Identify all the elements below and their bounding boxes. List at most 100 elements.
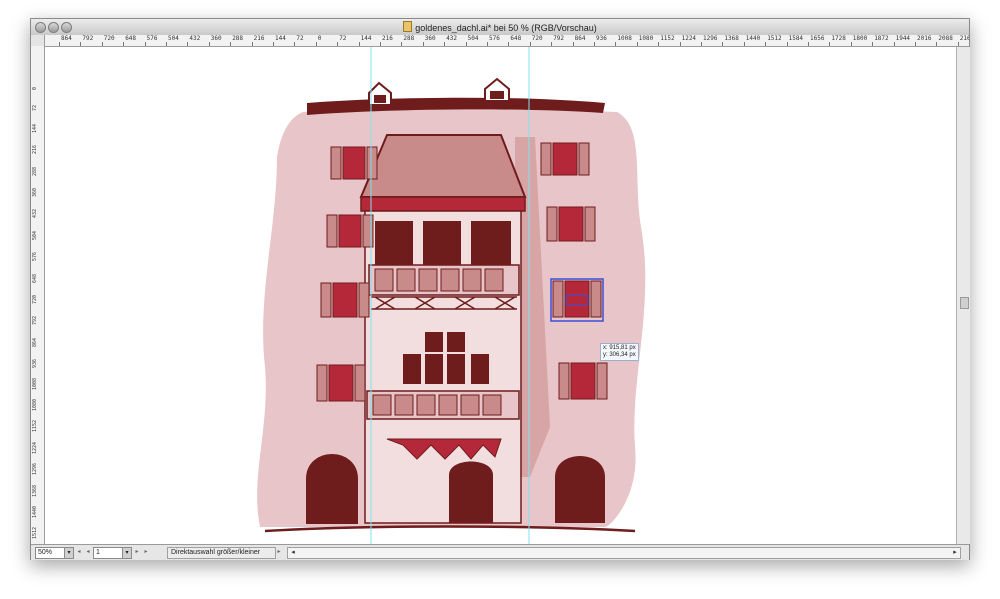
- page-number-field[interactable]: 1: [93, 547, 123, 559]
- ruler-tick-label: 1008: [617, 35, 632, 42]
- ruler-tick-label: 1224: [681, 35, 697, 42]
- ruler-tick-mark: [872, 42, 874, 46]
- zoom-field[interactable]: 50%: [35, 547, 65, 559]
- ruler-tick-label: 1440: [32, 505, 38, 518]
- ruler-tick-label: 720: [103, 35, 115, 42]
- illustration-golden-roof[interactable]: [45, 47, 956, 544]
- ruler-tick-label: 792: [32, 316, 38, 326]
- ruler-tick-label: 360: [32, 187, 38, 197]
- ruler-tick-label: 936: [32, 359, 38, 369]
- next-page-icon[interactable]: ▸: [133, 547, 141, 557]
- ruler-tick-label: 72: [296, 35, 304, 42]
- ruler-tick-label: 288: [403, 35, 415, 42]
- horizontal-scrollbar[interactable]: ◂ ▸: [287, 547, 961, 559]
- scroll-right-icon[interactable]: ▸: [950, 548, 960, 558]
- ruler-tick-label: 504: [32, 230, 38, 240]
- title-bar[interactable]: goldenes_dachl.ai* bei 50 % (RGB/Vorscha…: [31, 19, 969, 36]
- ruler-tick-label: 144: [32, 123, 38, 133]
- ruler-tick-mark: [144, 42, 146, 46]
- ruler-tick-mark: [380, 42, 381, 46]
- ruler-tick-mark: [422, 42, 424, 46]
- ruler-tick-label: 2016: [917, 35, 932, 42]
- ruler-tick-mark: [358, 42, 360, 46]
- ruler-tick-label: 1656: [810, 35, 825, 42]
- ruler-tick-label: 1296: [703, 35, 718, 42]
- ruler-tick-label: 576: [32, 252, 38, 262]
- ruler-tick-mark: [508, 42, 510, 46]
- status-bar: 50% ▾ ◂ ◂ 1 ▾ ▸ ▸ Direktauswahl größer/k…: [31, 544, 969, 560]
- vertical-ruler[interactable]: 0 72 144 216 288 360 432 504 576 648 720 792 864 936 1…: [31, 46, 45, 544]
- ruler-tick-label: 1080: [32, 398, 38, 411]
- ruler-tick-mark: [743, 42, 745, 46]
- ruler-tick-label: 504: [467, 35, 479, 42]
- ruler-tick-mark: [123, 42, 125, 46]
- ruler-tick-mark: [273, 42, 274, 46]
- ruler-tick-mark: [444, 42, 446, 46]
- zoom-dropdown-icon[interactable]: ▾: [64, 547, 74, 559]
- ruler-tick-mark: [208, 42, 210, 46]
- illustrator-window: goldenes_dachl.ai* bei 50 % (RGB/Vorscha…: [30, 18, 970, 560]
- ruler-tick-label: 1512: [767, 35, 782, 42]
- ruler-tick-label: 288: [232, 35, 244, 42]
- ruler-tick-mark: [551, 42, 553, 46]
- ruler-tick-mark: [294, 42, 296, 46]
- ruler-tick-label: 1368: [32, 484, 38, 497]
- ground-line: [264, 525, 636, 533]
- ruler-tick-label: 2088: [938, 35, 953, 42]
- ruler-tick-label: 1152: [660, 35, 675, 42]
- right-archway: [555, 456, 605, 523]
- ruler-tick-label: 432: [189, 35, 201, 42]
- ruler-tick-label: 792: [82, 35, 94, 42]
- ruler-tick-mark: [315, 42, 317, 46]
- ruler-tick-label: 432: [32, 209, 38, 219]
- artboard-canvas[interactable]: x: 915,81 px y: 306,34 px: [45, 47, 956, 544]
- ruler-tick-label: 360: [210, 35, 222, 42]
- dormer-right: [484, 77, 510, 102]
- coordinate-readout: x: 915,81 px y: 306,34 px: [600, 343, 639, 361]
- previous-page-icon[interactable]: ◂: [84, 547, 92, 557]
- ruler-tick-mark: [679, 42, 681, 46]
- ruler-tick-label: 1512: [32, 527, 38, 540]
- ruler-tick-mark: [101, 42, 103, 46]
- vertical-scroll-thumb[interactable]: [960, 297, 969, 309]
- ruler-tick-mark: [187, 42, 189, 46]
- first-page-icon[interactable]: ◂: [75, 547, 83, 557]
- ruler-tick-mark: [957, 42, 959, 46]
- ruler-tick-label: 144: [275, 35, 286, 42]
- ruler-tick-label: 576: [146, 35, 158, 42]
- ruler-tick-label: 144: [360, 35, 372, 42]
- ruler-tick-label: 1368: [724, 35, 739, 42]
- ruler-tick-label: 216: [253, 35, 265, 42]
- ruler-tick-label: 648: [510, 35, 522, 42]
- ruler-tick-mark: [401, 42, 403, 46]
- ruler-tick-label: 72: [339, 35, 347, 42]
- last-page-icon[interactable]: ▸: [142, 547, 150, 557]
- horizontal-ruler[interactable]: 864 792 720 648 576 504 432 360 288 216 144 72 0 72 14…: [45, 35, 969, 47]
- ruler-tick-mark: [936, 42, 938, 46]
- ruler-tick-label: 720: [531, 35, 543, 42]
- ruler-tick-label: 792: [553, 35, 565, 42]
- ruler-tick-label: 936: [596, 35, 607, 42]
- ruler-tick-label: 864: [61, 35, 72, 42]
- golden-roof: [359, 134, 527, 198]
- ruler-tick-label: 2160: [959, 35, 969, 42]
- ruler-tick-label: 504: [168, 35, 179, 42]
- ruler-tick-label: 1800: [852, 35, 868, 42]
- ruler-tick-label: 1728: [831, 35, 846, 42]
- ruler-tick-mark: [658, 42, 660, 46]
- ruler-tick-label: 288: [32, 166, 38, 176]
- ruler-tick-label: 1224: [32, 441, 38, 454]
- ruler-tick-label: 864: [32, 337, 38, 347]
- scroll-left-icon[interactable]: ◂: [288, 548, 298, 558]
- ruler-tick-mark: [80, 42, 82, 46]
- status-menu-icon[interactable]: ▸: [275, 547, 283, 557]
- ruler-tick-mark: [786, 42, 788, 46]
- ruler-tick-mark: [59, 42, 60, 46]
- vertical-scrollbar[interactable]: [956, 47, 970, 544]
- page-dropdown-icon[interactable]: ▾: [122, 547, 132, 559]
- ruler-tick-label: 648: [32, 273, 38, 283]
- ruler-tick-mark: [465, 42, 467, 46]
- ruler-tick-mark: [765, 42, 767, 46]
- ruler-tick-label: 0: [32, 86, 38, 90]
- ruler-tick-label: 216: [382, 35, 393, 42]
